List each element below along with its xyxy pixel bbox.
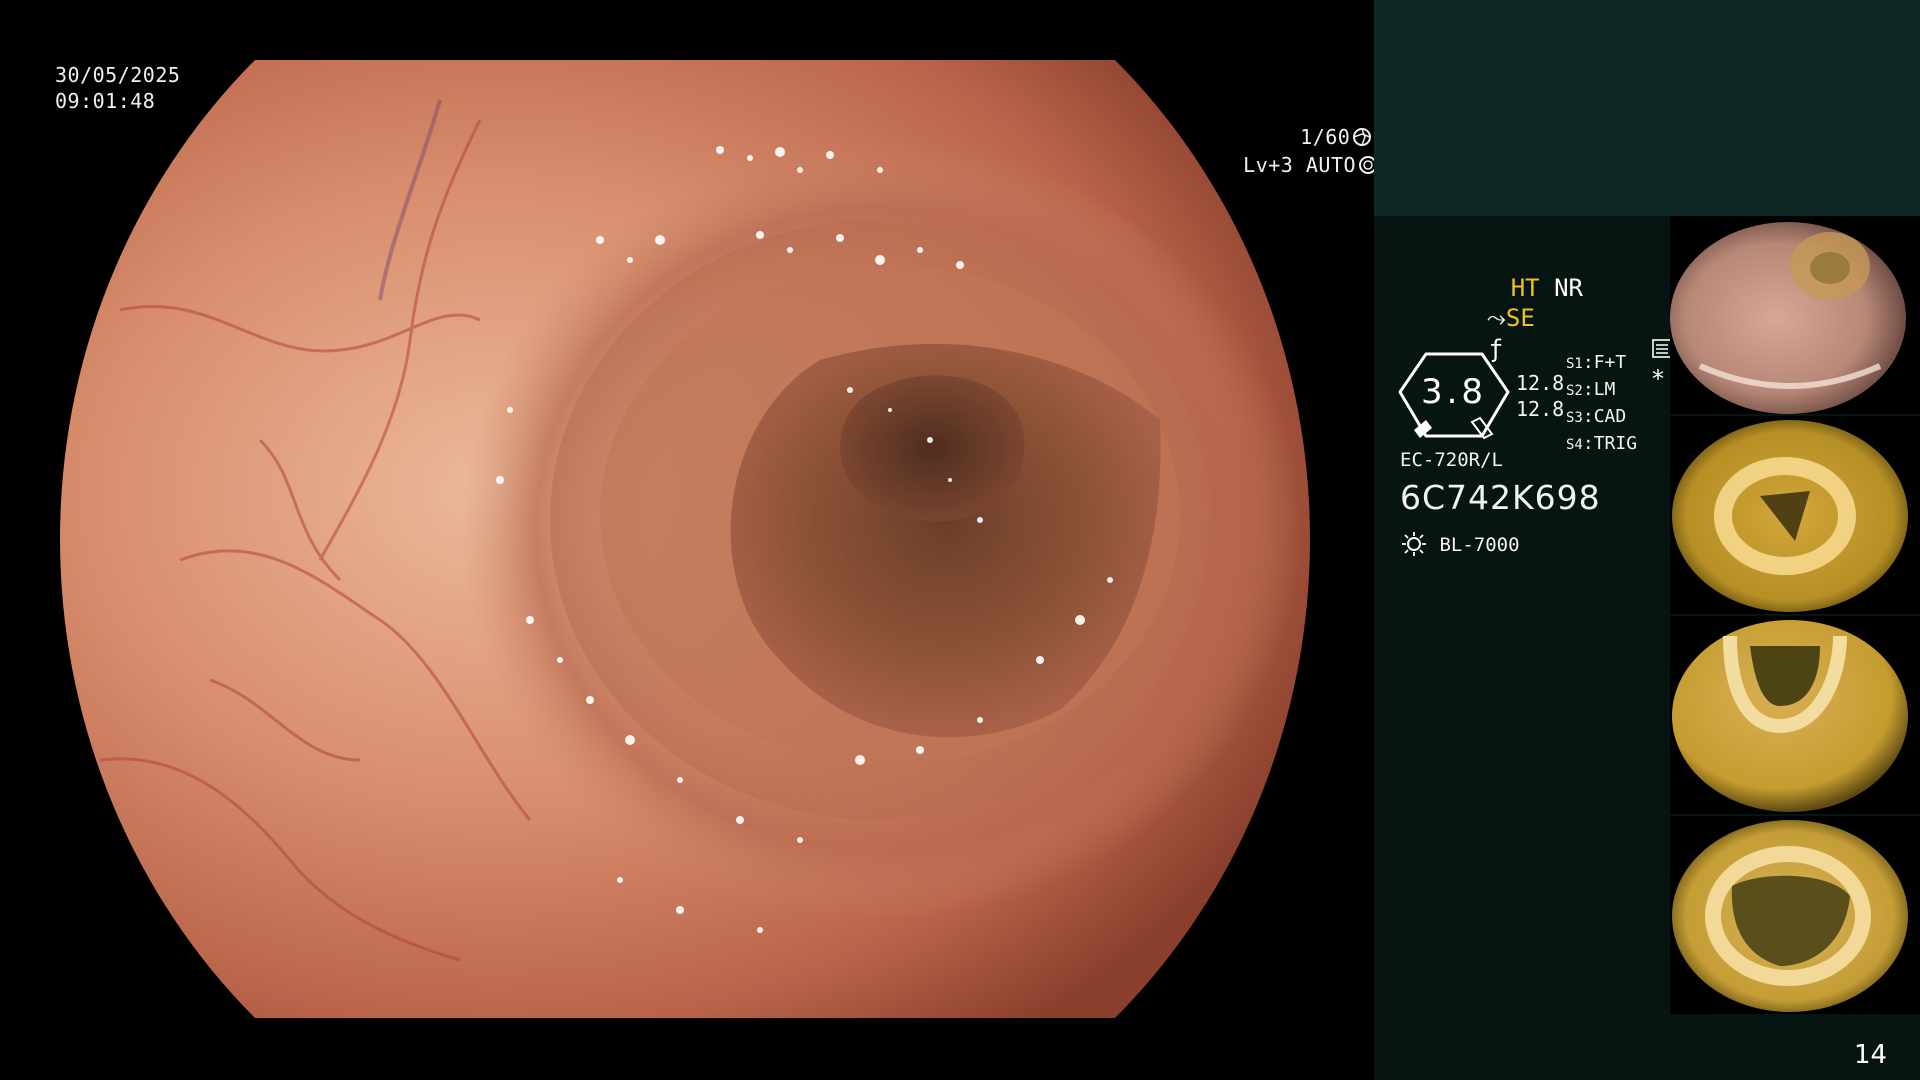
thumbnail-image [1670,222,1906,414]
exposure-level: Lv+3 AUTO [1243,153,1357,177]
captured-images-list [1670,216,1920,1016]
gauge-side-value: 12.8 [1516,371,1565,395]
endoscopy-screen: 30/05/2025 09:01:48 1/60 Lv+3 AUTO HT NR… [0,0,1920,1080]
captured-image-1[interactable] [1670,216,1920,414]
switch-row: S4:TRIG [1566,433,1638,454]
nr-indicator: NR [1554,274,1583,302]
gauge-side-values: 12.8 12.8 [1516,370,1564,422]
light-source-icon [1402,532,1426,556]
switch-row: S2:LM [1566,379,1616,400]
gauge-side-value: 12.8 [1516,397,1565,421]
thumbnail-image [1672,620,1908,812]
thumbnail-image [1672,820,1908,1012]
switch-row: S1:F+T [1566,352,1627,373]
light-source-row: BL-7000 [1400,531,1520,558]
thumbnail-image [1672,420,1908,612]
exam-time: 09:01:48 [55,89,156,113]
se-indicator: SE [1505,304,1535,332]
panel-header-area [1374,0,1920,216]
scope-model: EC-720R/L [1400,449,1503,471]
asterisk-indicator: * [1650,365,1666,393]
captured-image-2[interactable] [1670,416,1920,614]
captured-image-3[interactable] [1670,616,1920,814]
page-number: 14 [1854,1040,1888,1070]
gauge-value: 3.8 [1420,372,1488,412]
exam-date: 30/05/2025 [55,63,181,87]
light-source-label: BL-7000 [1439,534,1520,556]
scope-serial: 6C742K698 [1400,478,1601,517]
captured-image-4[interactable] [1670,816,1920,1014]
info-panel: HT NR ⤳SE ƒ * 3.8 12.8 12.8 S1:F+T S2:LM… [1374,0,1920,1080]
switch-row: S3:CAD [1566,406,1627,427]
switch-assignment-list: S1:F+T S2:LM S3:CAD S4:TRIG [1566,350,1637,458]
endoscopic-image [60,60,1310,1018]
exposure-level-readout: Lv+3 AUTO [1193,126,1378,204]
colon-lumen-image [60,60,1310,1018]
